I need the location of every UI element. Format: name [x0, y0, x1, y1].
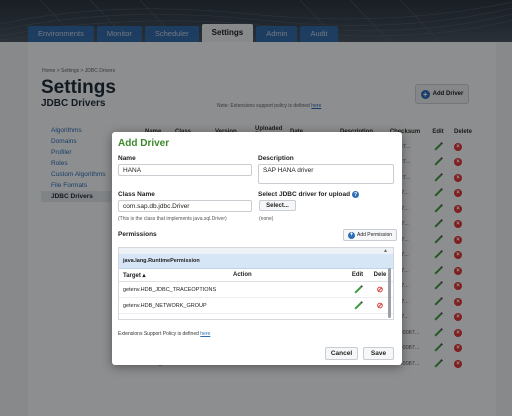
delete-icon: ⊘ [376, 285, 384, 294]
delete-icon: ⊘ [376, 301, 384, 310]
delete-permission-button[interactable]: ⊘ [370, 285, 390, 294]
pencil-icon [353, 301, 362, 310]
permissions-scrollbar[interactable] [388, 268, 391, 318]
pencil-icon [353, 285, 362, 294]
add-permission-label: Add Permission [356, 232, 392, 238]
col-action[interactable]: Action [233, 272, 345, 278]
upload-label-text: Select JDBC driver for upload [258, 191, 351, 199]
add-driver-dialog: Add Driver Name HANA Description SAP HAN… [112, 132, 402, 365]
help-icon[interactable]: ? [352, 191, 360, 198]
dialog-title: Add Driver [118, 138, 170, 149]
save-button[interactable]: Save [363, 347, 394, 360]
upload-status: (none) [259, 216, 274, 222]
edit-permission-button[interactable] [345, 301, 370, 310]
plus-icon: + [347, 231, 355, 239]
permissions-label: Permissions [118, 231, 157, 238]
caret-up-icon[interactable]: ▲ [383, 248, 388, 254]
cancel-button[interactable]: Cancel [325, 347, 358, 360]
permission-row: getenv.HDB_JDBC_TRACEOPTIONS ⊘ [119, 282, 393, 298]
extensions-policy-prefix: Extensions Support Policy is defined [118, 331, 199, 337]
class-name-field[interactable]: com.sap.db.jdbc.Driver [118, 200, 252, 212]
name-label: Name [118, 155, 136, 162]
permission-target: getenv.HDB_NETWORK_GROUP [123, 302, 207, 309]
extensions-policy-link[interactable]: here [200, 331, 210, 337]
add-permission-button[interactable]: + Add Permission [343, 229, 397, 241]
description-label: Description [258, 155, 294, 162]
class-name-hint: (This is the class that implements java.… [118, 216, 227, 222]
permissions-header: Target ▴ Action Edit Dele [119, 269, 393, 282]
permission-group[interactable]: java.lang.RuntimePermission [119, 254, 393, 269]
class-name-label: Class Name [118, 191, 155, 198]
col-target[interactable]: Target ▴ [123, 272, 233, 279]
edit-permission-button[interactable] [345, 285, 370, 294]
description-field[interactable]: SAP HANA driver [258, 164, 394, 184]
col-edit: Edit [351, 272, 364, 278]
extensions-policy-text: Extensions Support Policy is defined her… [118, 331, 210, 337]
permissions-table: ▲ java.lang.RuntimePermission Target ▴ A… [118, 247, 394, 320]
delete-permission-button[interactable]: ⊘ [370, 301, 390, 310]
name-field[interactable]: HANA [118, 164, 252, 176]
col-delete: Dele [373, 272, 387, 278]
upload-label: Select JDBC driver for upload? [258, 191, 360, 199]
permission-row: getenv.HDB_NETWORK_GROUP ⊘ [119, 298, 393, 314]
select-file-button[interactable]: Select... [259, 200, 296, 211]
permissions-collapse-bar[interactable]: ▲ [119, 248, 393, 254]
permission-target: getenv.HDB_JDBC_TRACEOPTIONS [123, 286, 217, 293]
